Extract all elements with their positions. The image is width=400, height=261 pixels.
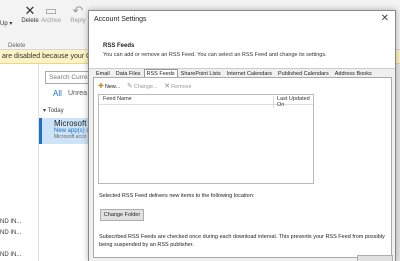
new-label: New...	[104, 84, 121, 90]
folder-item[interactable]: ND IN...	[0, 230, 21, 236]
reply-button[interactable]: ↶ Reply	[70, 3, 86, 25]
group-today-header[interactable]: ▾ Today	[43, 107, 64, 114]
dialog-title: Account Settings	[94, 16, 147, 23]
subscription-info-text: Subscribed RSS Feeds are checked once du…	[99, 234, 385, 248]
column-feed-name[interactable]: Feed Name	[103, 96, 132, 102]
account-settings-dialog: Account Settings ✕ RSS Feeds You can add…	[88, 10, 396, 261]
tab-all[interactable]: All	[53, 89, 62, 98]
up-label: Up	[0, 21, 8, 27]
change-feed-icon: ✎	[126, 83, 133, 90]
mail-list-pane: Search Current All Unrea ▾ Today Microso…	[38, 64, 95, 261]
folder-item[interactable]: ND IN...	[0, 219, 21, 225]
archive-icon: ▭	[44, 3, 58, 18]
delete-group-label: Delete	[8, 43, 26, 49]
new-feed-icon: ✚	[98, 83, 104, 90]
today-label: Today	[47, 108, 64, 114]
archive-button[interactable]: ▭ Archive	[39, 3, 63, 25]
delete-x-icon: ✕	[24, 3, 36, 18]
folder-item[interactable]: ND IN...	[0, 252, 21, 258]
remove-feed-button[interactable]: ✕Remove	[164, 82, 191, 92]
delete-button[interactable]: ✕ Delete	[20, 3, 40, 25]
column-last-updated[interactable]: Last Updated On	[273, 96, 313, 108]
change-feed-button[interactable]: ✎Change...	[127, 82, 158, 92]
mail-preview: Microsoft acco	[54, 134, 87, 140]
mail-list-item[interactable]: Microsoft a New app(s) co Microsoft acco	[39, 118, 94, 144]
change-folder-button[interactable]: Change Folder	[100, 209, 144, 221]
scrollbar[interactable]	[396, 64, 400, 261]
archive-label: Archive	[40, 18, 61, 24]
reply-icon: ↶	[72, 3, 84, 18]
mail-sender: Microsoft a	[54, 119, 94, 128]
rss-feeds-panel: ✚New... ✎Change... ✕Remove Feed Name Las…	[93, 77, 392, 258]
dialog-footer-button[interactable]	[357, 255, 393, 261]
dialog-body: Email Data Files RSS Feeds SharePoint Lists…	[89, 69, 395, 261]
delivery-location-text: Selected RSS Feed delivers new items to …	[99, 193, 255, 199]
change-label: Change...	[133, 84, 158, 90]
reply-label: Reply	[70, 18, 86, 24]
dialog-header: RSS Feeds You can add or remove an RSS F…	[89, 29, 395, 69]
new-feed-button[interactable]: ✚New...	[98, 82, 120, 92]
remove-icon: ✕	[164, 83, 171, 90]
feed-toolbar: ✚New... ✎Change... ✕Remove	[98, 82, 197, 92]
section-title: RSS Feeds	[103, 43, 135, 49]
up-button[interactable]: Up ▾	[0, 20, 12, 27]
tab-unread[interactable]: Unrea	[68, 90, 87, 97]
tab-strip: Email Data Files RSS Feeds SharePoint Lists…	[93, 69, 375, 78]
delete-label: Delete	[21, 18, 39, 24]
close-icon[interactable]: ✕	[381, 13, 389, 24]
feed-list[interactable]: Feed Name Last Updated On	[98, 94, 314, 184]
section-description: You can add or remove an RSS Feed. You c…	[103, 52, 327, 58]
remove-label: Remove	[171, 84, 192, 90]
list-header: Feed Name Last Updated On	[99, 95, 313, 108]
